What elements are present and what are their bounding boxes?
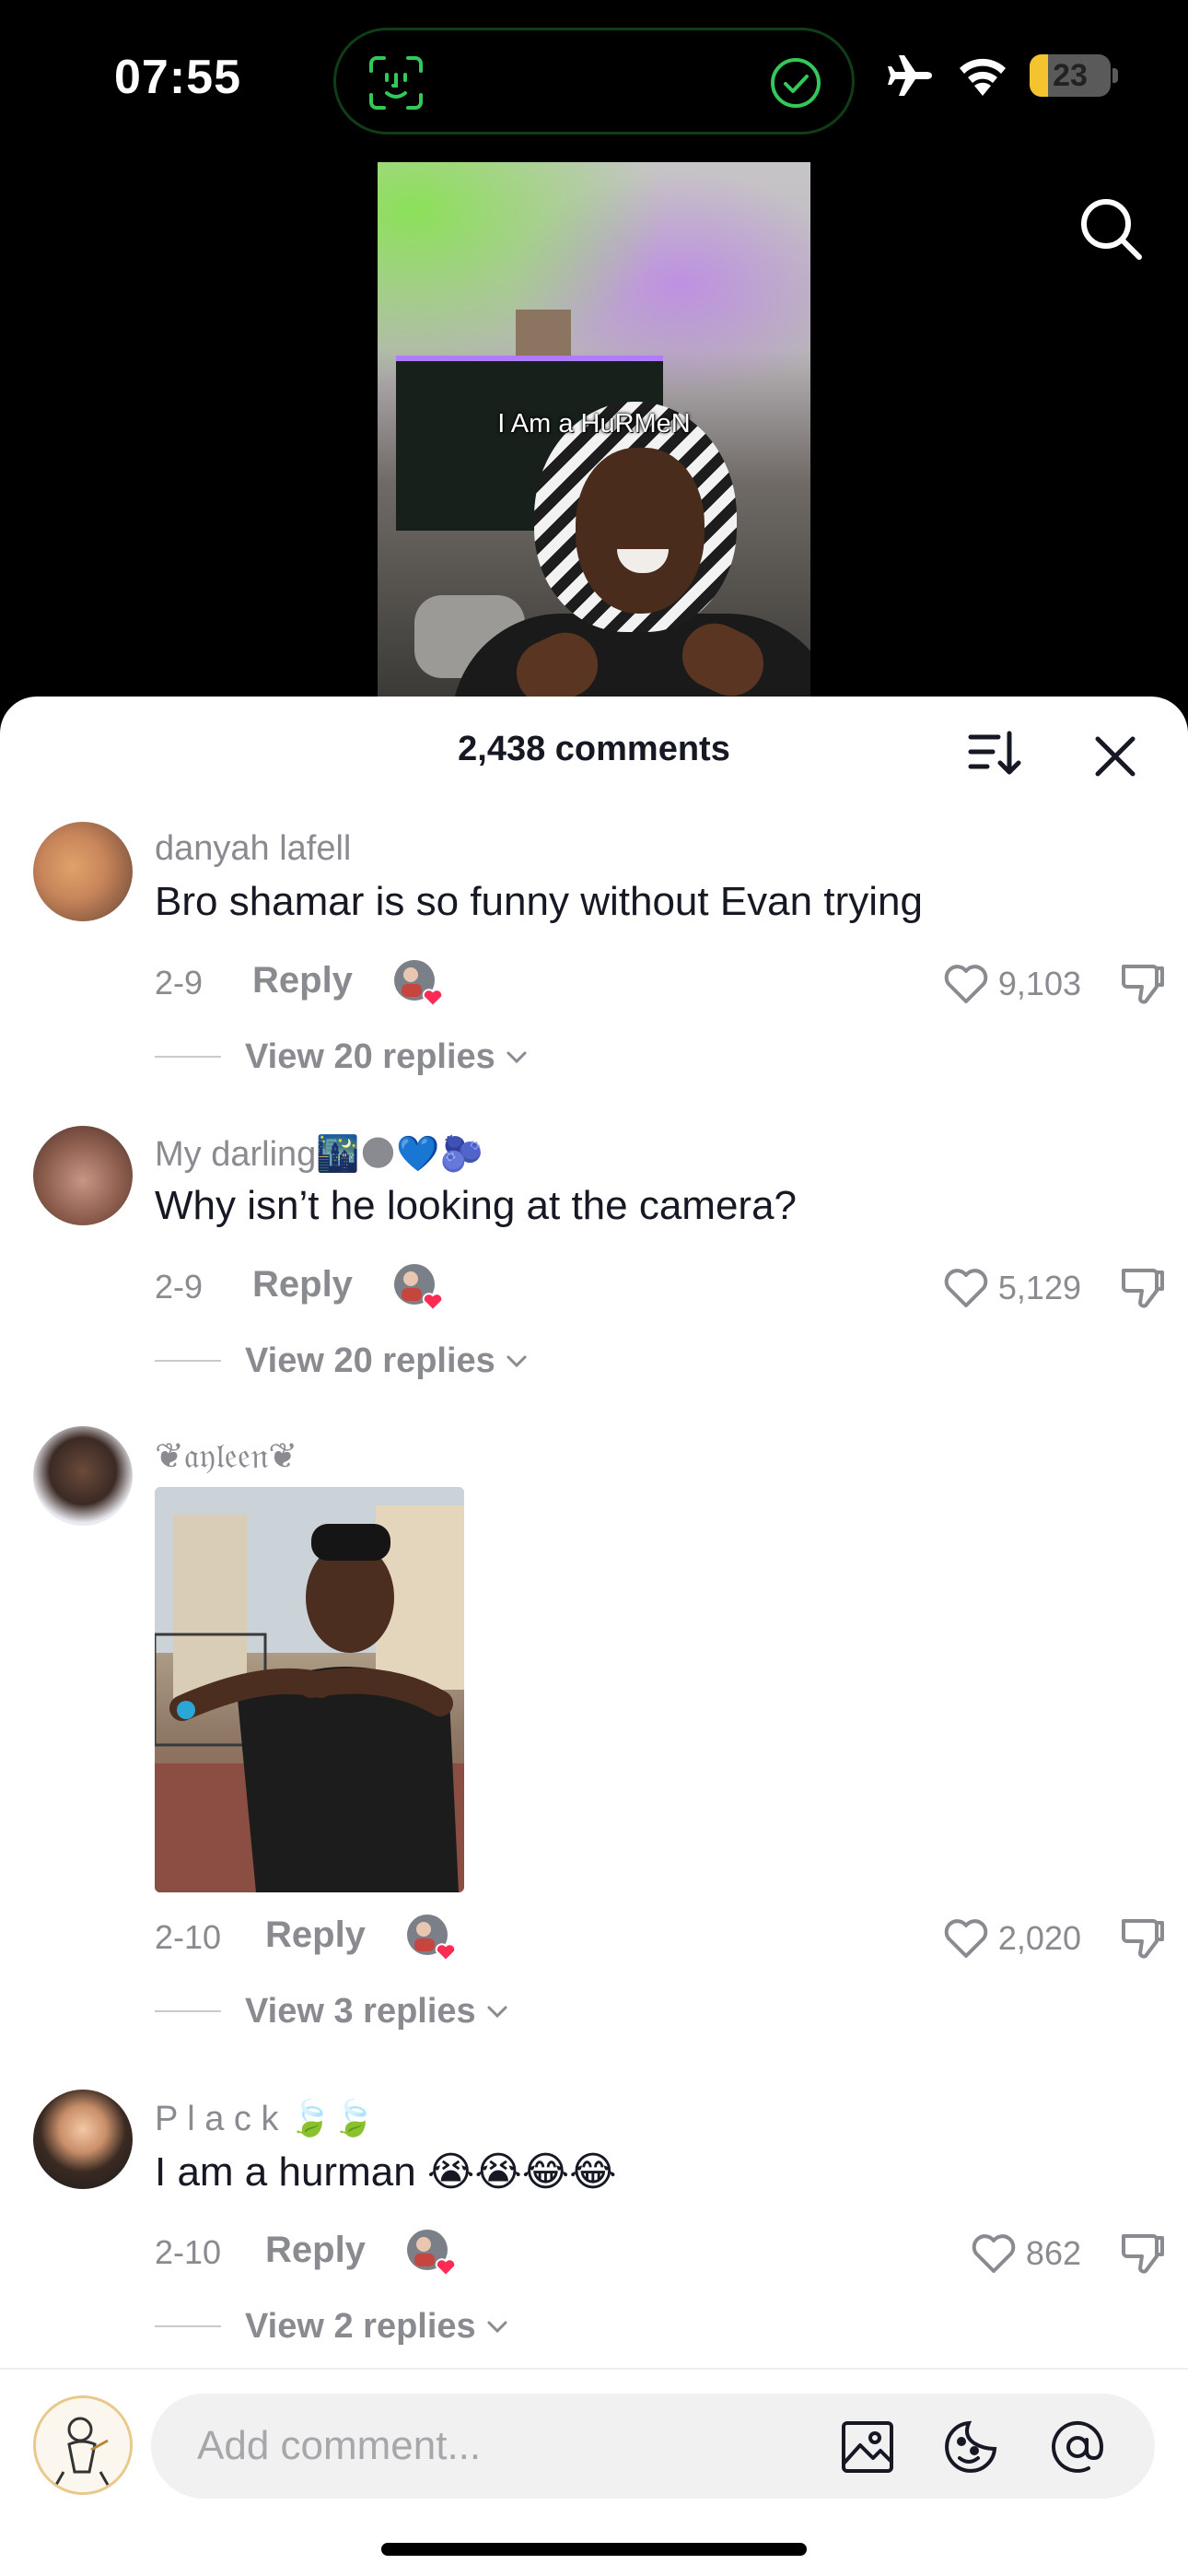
mention-icon[interactable] xyxy=(1050,2419,1105,2475)
status-icons: 23 xyxy=(886,53,1118,98)
face-id-icon xyxy=(369,56,423,110)
reply-button[interactable]: Reply xyxy=(265,1914,366,1956)
heart-icon[interactable] xyxy=(941,1263,991,1313)
comment-input-wrapper xyxy=(151,2394,1155,2499)
heart-icon[interactable] xyxy=(941,959,991,1009)
comment-item: ❦𝔞𝔶𝔩𝔢𝔢𝔫❦ 2-10 Reply 2,020 View 3 replies xyxy=(0,1426,1188,2090)
view-replies-button[interactable]: View 2 replies xyxy=(155,2303,511,2349)
like-count: 5,129 xyxy=(997,1269,1081,1306)
close-icon[interactable] xyxy=(1087,728,1144,785)
heart-icon[interactable] xyxy=(941,1914,991,1963)
comment-username[interactable]: danyah lafell xyxy=(155,829,351,869)
creator-liked-icon xyxy=(394,1264,444,1312)
avatar[interactable] xyxy=(33,2090,133,2189)
status-time: 07:55 xyxy=(114,51,241,104)
like-count: 862 xyxy=(1025,2234,1081,2272)
dynamic-island xyxy=(333,28,855,135)
dislike-icon[interactable] xyxy=(1118,2229,1168,2278)
comment-meta: 2-10 Reply 2,020 xyxy=(155,1911,1168,1966)
comment-username[interactable]: ❦𝔞𝔶𝔩𝔢𝔢𝔫❦ xyxy=(155,1435,297,1477)
comment-date: 2-10 xyxy=(155,2233,222,2271)
emoji-sticker-icon[interactable] xyxy=(943,2419,998,2475)
view-replies-label: View 20 replies xyxy=(245,1341,495,1380)
comment-date: 2-10 xyxy=(155,1918,222,1956)
my-avatar xyxy=(33,2395,133,2495)
chevron-down-icon xyxy=(487,2321,507,2334)
like-group: 5,129 xyxy=(941,1260,1168,1316)
view-replies-label: View 3 replies xyxy=(245,1991,476,2031)
comment-text: I am a hurman 😭😭😂😂 xyxy=(155,2149,617,2195)
creator-liked-icon xyxy=(407,2230,457,2277)
comment-item: My darling🌃🌑💙🫐 Why isn’t he looking at t… xyxy=(0,1126,1188,1430)
comment-text: Bro shamar is so funny without Evan tryi… xyxy=(155,879,923,924)
reply-button[interactable]: Reply xyxy=(252,1264,353,1306)
comment-text: Why isn’t he looking at the camera? xyxy=(155,1183,798,1228)
video-thumbnail[interactable]: I Am a HuRMeN xyxy=(378,162,810,697)
creator-liked-icon xyxy=(407,1914,457,1962)
home-indicator xyxy=(381,2543,807,2556)
sort-icon[interactable] xyxy=(965,724,1024,783)
dislike-icon[interactable] xyxy=(1118,1263,1168,1313)
avatar[interactable] xyxy=(33,1126,133,1225)
battery-icon: 23 xyxy=(1030,54,1118,97)
comment-image[interactable] xyxy=(155,1487,464,1892)
chevron-down-icon xyxy=(507,1355,527,1368)
comment-input[interactable] xyxy=(197,2394,842,2499)
chevron-down-icon xyxy=(487,2006,507,2019)
avatar[interactable] xyxy=(33,1426,133,1526)
like-group: 2,020 xyxy=(941,1911,1168,1966)
image-icon[interactable] xyxy=(840,2419,895,2475)
airplane-icon xyxy=(888,55,932,96)
wifi-icon xyxy=(960,58,1006,96)
view-replies-label: View 2 replies xyxy=(245,2306,476,2346)
video-caption: I Am a HuRMeN xyxy=(497,409,691,439)
comment-date: 2-9 xyxy=(155,964,204,1001)
avatar[interactable] xyxy=(33,822,133,921)
like-group: 9,103 xyxy=(941,956,1168,1012)
view-replies-label: View 20 replies xyxy=(245,1036,495,1076)
comment-date: 2-9 xyxy=(155,1268,204,1306)
reply-button[interactable]: Reply xyxy=(265,2230,366,2271)
creator-liked-icon xyxy=(394,960,444,1008)
comment-item: P l a c k 🍃🍃 I am a hurman 😭😭😂😂 2-10 Rep… xyxy=(0,2090,1188,2394)
check-circle-icon xyxy=(771,58,821,108)
comment-username[interactable]: My darling🌃🌑💙🫐 xyxy=(155,1133,483,1175)
search-icon[interactable] xyxy=(1076,193,1146,263)
like-count: 9,103 xyxy=(997,965,1081,1002)
battery-level: 23 xyxy=(1053,58,1088,93)
comment-username[interactable]: P l a c k 🍃🍃 xyxy=(155,2099,376,2139)
like-group: 862 xyxy=(969,2226,1168,2281)
chevron-down-icon xyxy=(507,1051,527,1064)
dislike-icon[interactable] xyxy=(1118,1914,1168,1963)
comment-meta: 2-9 Reply 9,103 xyxy=(155,956,1168,1012)
view-replies-button[interactable]: View 20 replies xyxy=(155,1034,530,1080)
view-replies-button[interactable]: View 3 replies xyxy=(155,1988,511,2034)
comment-meta: 2-10 Reply 862 xyxy=(155,2226,1168,2281)
dislike-icon[interactable] xyxy=(1118,959,1168,1009)
view-replies-button[interactable]: View 20 replies xyxy=(155,1338,530,1384)
status-bar: 07:55 23 xyxy=(0,0,1188,157)
comments-sheet: 2,438 comments danyah lafell Bro shamar … xyxy=(0,697,1188,2576)
comments-header: 2,438 comments xyxy=(0,697,1188,807)
heart-icon[interactable] xyxy=(969,2229,1019,2278)
like-count: 2,020 xyxy=(997,1919,1081,1957)
comment-meta: 2-9 Reply 5,129 xyxy=(155,1260,1168,1316)
reply-button[interactable]: Reply xyxy=(252,960,353,1001)
comment-item: danyah lafell Bro shamar is so funny wit… xyxy=(0,822,1188,1126)
